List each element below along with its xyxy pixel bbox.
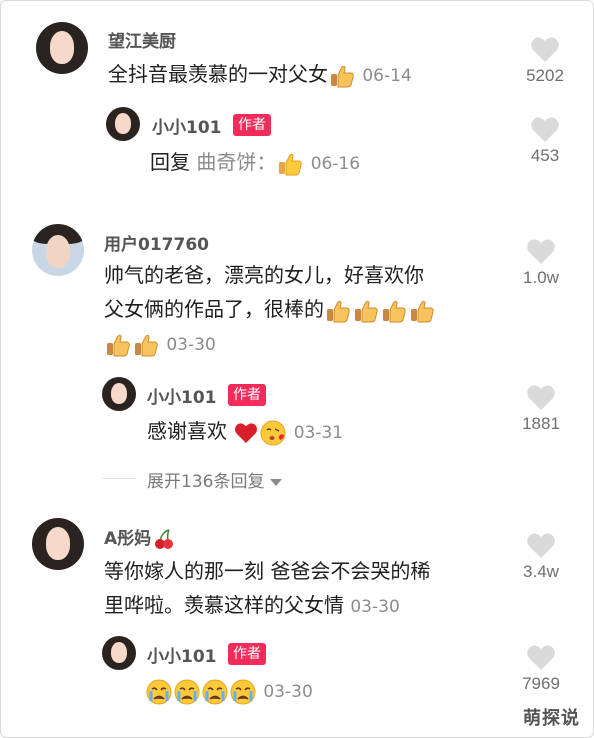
thumbs-up-icon [383, 300, 406, 322]
heart-icon [527, 533, 555, 558]
thumbs-up-icon [331, 65, 354, 87]
reply-username[interactable]: 小小101 [152, 113, 222, 138]
like-count: 1881 [522, 414, 560, 433]
like-count: 3.4w [523, 562, 559, 581]
avatar[interactable] [102, 377, 136, 411]
crying-icon [202, 679, 228, 704]
quoted-user[interactable]: 曲奇饼： [196, 150, 276, 174]
comment-text-line: 等你嫁人的那一刻 爸爸会不会哭的稀 [104, 559, 431, 583]
author-badge: 作者 [233, 114, 271, 136]
comment-date: 06-14 [362, 66, 412, 86]
heart-icon [527, 645, 555, 670]
like-count: 5202 [526, 66, 564, 85]
comment-text-line: 帅气的老爸，漂亮的女儿，好喜欢你 [104, 263, 424, 287]
comment-text: 全抖音最羡慕的一对父女 06-14 [108, 57, 412, 93]
comment-panel [0, 0, 594, 738]
author-badge: 作者 [228, 643, 266, 665]
author-badge: 作者 [228, 384, 266, 406]
cherry-icon [155, 529, 174, 549]
comment-username[interactable]: A彤妈 [104, 524, 177, 550]
avatar[interactable] [102, 636, 136, 670]
reply-username[interactable]: 小小101 [147, 383, 217, 408]
avatar[interactable] [32, 518, 84, 570]
watermark: 萌探说 [523, 708, 580, 729]
expand-replies-button[interactable]: 展开136条回复 [147, 467, 283, 492]
avatar[interactable] [32, 224, 84, 276]
thumbs-up-icon [411, 300, 434, 322]
heart-icon [531, 117, 559, 142]
like-count: 7969 [522, 674, 560, 693]
reply-date: 03-30 [263, 682, 313, 702]
avatar[interactable] [36, 22, 88, 74]
comment-text: 帅气的老爸，漂亮的女儿，好喜欢你 父女俩的作品了，很棒的 03-30 [104, 258, 504, 362]
crying-icon [230, 679, 256, 704]
thumbs-up-icon [107, 334, 130, 356]
crying-icon [174, 679, 200, 704]
like-button[interactable]: 1.0w [511, 238, 571, 288]
expand-replies-label: 展开136条回复 [147, 472, 265, 492]
reply-username[interactable]: 小小101 [147, 642, 217, 667]
avatar[interactable] [106, 107, 140, 141]
reply-prefix: 回复 [150, 150, 190, 174]
heart-icon [527, 385, 555, 410]
like-count: 453 [530, 146, 560, 165]
reply-date: 03-31 [293, 423, 344, 443]
comment-username[interactable]: 用户017760 [104, 230, 209, 255]
comment-text: 等你嫁人的那一刻 爸爸会不会哭的稀 里哗啦。羡慕这样的父女情 03-30 [104, 554, 504, 624]
reply-date: 06-16 [310, 154, 361, 174]
divider [102, 478, 136, 479]
comment-text-line: 里哗啦。羡慕这样的父女情 03-30 [104, 593, 400, 617]
comment-text-line: 父女俩的作品了，很棒的 [104, 292, 504, 326]
comment-text-content: 全抖音最羡慕的一对父女 [108, 62, 328, 86]
like-count: 1.0w [523, 268, 559, 287]
heart-icon [531, 37, 559, 62]
comment-date: 03-30 [166, 335, 216, 355]
reply-text: 感谢喜欢 03-31 [147, 414, 343, 450]
like-button[interactable]: 7969 [511, 644, 571, 694]
reply-text-content: 感谢喜欢 [147, 419, 227, 443]
comment-date: 03-30 [350, 597, 400, 617]
thumbs-up-icon [327, 300, 350, 322]
like-button[interactable]: 5202 [515, 36, 575, 86]
thumbs-up-icon [279, 153, 303, 175]
like-button[interactable]: 1881 [511, 384, 571, 434]
thumbs-up-icon [355, 300, 378, 322]
reply-text: 回复 曲奇饼： 06-16 [150, 145, 360, 181]
heart-icon [527, 239, 555, 264]
thumbs-up-icon [135, 334, 158, 356]
like-button[interactable]: 453 [515, 116, 575, 166]
heart-emoji-icon [235, 422, 258, 443]
caret-down-icon [270, 478, 283, 486]
reply-text: 03-30 [145, 673, 313, 709]
crying-icon [146, 679, 172, 704]
kiss-icon [260, 420, 286, 445]
like-button[interactable]: 3.4w [511, 532, 571, 582]
comment-text-line: 03-30 [104, 326, 504, 362]
comment-username[interactable]: 望江美厨 [108, 27, 176, 52]
